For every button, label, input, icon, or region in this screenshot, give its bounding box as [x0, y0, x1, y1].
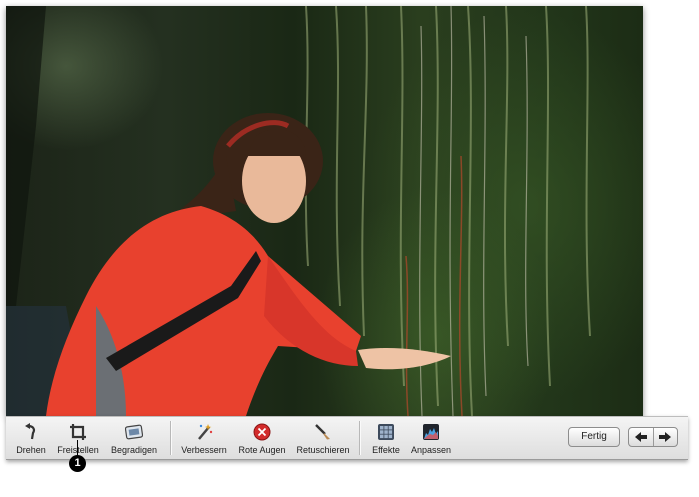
- rotate-icon: [22, 423, 40, 441]
- brush-icon: [314, 423, 332, 441]
- crop-icon: [69, 423, 87, 441]
- toolbar-divider: [170, 421, 171, 455]
- arrow-right-icon: [659, 432, 671, 442]
- effects-label: Effekte: [372, 445, 400, 455]
- rotate-label: Drehen: [16, 445, 46, 455]
- done-button[interactable]: Fertig: [568, 427, 620, 447]
- enhance-label: Verbessern: [181, 445, 227, 455]
- red-eye-icon: [253, 423, 271, 441]
- photo-image: [6, 6, 591, 416]
- edit-toolbar: Drehen Freistellen Begradigen Verbessern…: [6, 416, 688, 460]
- retouch-label: Retuschieren: [296, 445, 350, 455]
- arrow-left-icon: [635, 432, 647, 442]
- effects-button[interactable]: Effekte: [366, 417, 406, 459]
- adjust-button[interactable]: Anpassen: [408, 417, 454, 459]
- straighten-icon: [124, 423, 144, 441]
- straighten-button[interactable]: Begradigen: [106, 417, 162, 459]
- previous-photo-button[interactable]: [629, 428, 654, 446]
- rotate-button[interactable]: Drehen: [11, 417, 51, 459]
- effects-grid-icon: [377, 423, 395, 441]
- crop-label: Freistellen: [53, 445, 103, 455]
- crop-button[interactable]: Freistellen: [53, 417, 103, 459]
- callout-number: 1: [69, 455, 86, 472]
- enhance-button[interactable]: Verbessern: [176, 417, 232, 459]
- callout-line: [77, 440, 78, 456]
- magic-wand-icon: [195, 423, 213, 441]
- adjust-label: Anpassen: [410, 445, 452, 455]
- red-eye-button[interactable]: Rote Augen: [234, 417, 290, 459]
- next-photo-button[interactable]: [653, 428, 677, 446]
- retouch-button[interactable]: Retuschieren: [294, 417, 352, 459]
- straighten-label: Begradigen: [110, 445, 158, 455]
- red-eye-label: Rote Augen: [238, 445, 286, 455]
- toolbar-divider: [359, 421, 360, 455]
- histogram-icon: [422, 423, 440, 441]
- photo-canvas[interactable]: [6, 6, 643, 416]
- photo-navigation: [628, 427, 678, 447]
